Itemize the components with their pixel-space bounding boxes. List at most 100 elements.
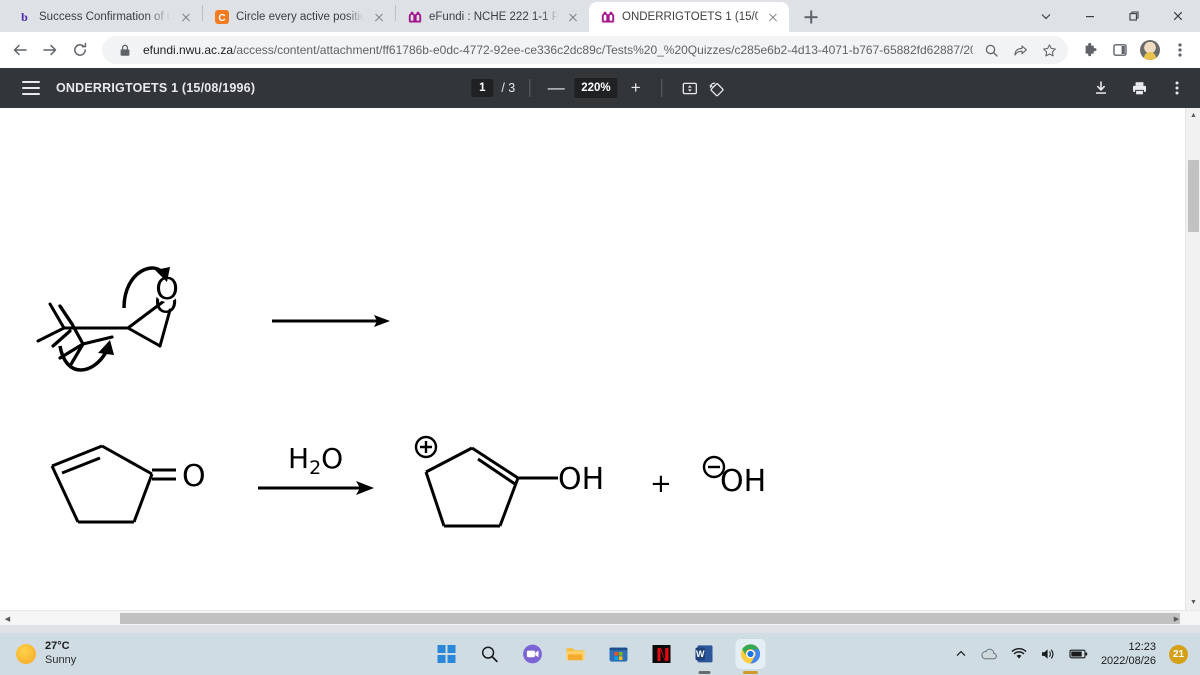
scroll-up-arrow-icon[interactable]: ▲: [1186, 108, 1200, 123]
browser-toolbar: efundi.nwu.ac.za/access/content/attachme…: [0, 32, 1200, 68]
system-tray: 12:23 2022/08/26 21: [955, 640, 1188, 669]
tab-close-icon[interactable]: [565, 9, 581, 25]
scroll-right-arrow-icon[interactable]: ▶: [1169, 611, 1184, 625]
bing-favicon-icon: b: [21, 9, 28, 24]
pdf-page-1: O O O H2O OH + OH: [0, 108, 1175, 625]
side-panel-icon[interactable]: [1106, 36, 1134, 64]
print-icon[interactable]: [1126, 75, 1152, 101]
arrowhead-bottom: [98, 340, 114, 355]
tab-close-icon[interactable]: [765, 9, 781, 25]
share-icon[interactable]: [1009, 39, 1031, 61]
address-bar[interactable]: efundi.nwu.ac.za/access/content/attachme…: [102, 36, 1068, 64]
hydroxide-label: OH: [720, 464, 766, 499]
weather-widget[interactable]: 27°C Sunny: [16, 640, 76, 668]
new-tab-button[interactable]: [797, 3, 825, 31]
weather-text: 27°C Sunny: [45, 640, 76, 668]
scroll-down-arrow-icon[interactable]: ▼: [1186, 595, 1200, 610]
url-domain: efundi.nwu.ac.za: [143, 43, 234, 57]
pdf-toolbar-right: [1088, 75, 1190, 101]
reaction-1: O O: [36, 266, 390, 372]
url-text: efundi.nwu.ac.za/access/content/attachme…: [143, 43, 973, 57]
netflix-button[interactable]: [650, 642, 674, 666]
page-separator: /: [501, 81, 505, 95]
reagent-h2o-label: H2O: [288, 442, 343, 479]
clock[interactable]: 12:23 2022/08/26: [1101, 640, 1156, 669]
volume-icon[interactable]: [1040, 647, 1056, 661]
browser-tab[interactable]: C Circle every active position and in: [203, 2, 395, 32]
wifi-icon[interactable]: [1011, 647, 1027, 661]
tab-close-icon[interactable]: [371, 9, 387, 25]
url-path: /access/content/attachment/ff61786b-e0dc…: [233, 43, 973, 57]
bookmark-star-icon[interactable]: [1038, 39, 1060, 61]
horizontal-scrollbar[interactable]: ◀ ▶: [0, 610, 1200, 625]
sun-icon: [16, 644, 36, 664]
extensions-icon[interactable]: [1076, 36, 1104, 64]
battery-icon[interactable]: [1069, 648, 1088, 660]
vertical-scrollbar[interactable]: ▲ ▼: [1185, 108, 1200, 610]
scroll-left-arrow-icon[interactable]: ◀: [0, 611, 15, 625]
rotate-icon[interactable]: [703, 75, 729, 101]
svg-text:W: W: [696, 649, 705, 659]
hamburger-menu-icon[interactable]: [22, 81, 40, 95]
pdf-viewport[interactable]: O O O H2O OH + OH ▲ ▼ ◀ ▶: [0, 108, 1200, 625]
windows-taskbar: 27°C Sunny W 12:23 2022/08/26 21: [0, 633, 1200, 675]
microsoft-store-button[interactable]: [607, 642, 631, 666]
minimize-all-icon[interactable]: [1024, 0, 1068, 32]
forward-button-icon[interactable]: [36, 36, 64, 64]
tab-title: eFundi : NCHE 222 1-1 P 2022 : T: [429, 11, 558, 23]
curved-arrow-bottom: [58, 345, 108, 372]
taskbar-app-list: W: [435, 639, 766, 669]
onedrive-icon[interactable]: [980, 647, 998, 661]
cyclopentenone-ring: [50, 444, 154, 524]
pdf-page-zoom-controls: 1 / 3 — 220% +: [471, 75, 728, 101]
teams-button[interactable]: [521, 642, 545, 666]
reaction-2: O H2O OH + OH: [50, 435, 766, 528]
tray-chevron-icon[interactable]: [955, 648, 967, 660]
efundi-favicon-icon: [407, 10, 422, 25]
total-pages: 3: [508, 81, 516, 95]
file-explorer-button[interactable]: [564, 642, 588, 666]
tab-close-icon[interactable]: [178, 9, 194, 25]
maximize-restore-icon[interactable]: [1112, 0, 1156, 32]
product-oh-label: OH: [558, 462, 604, 497]
carbonyl-double-bond: [152, 468, 176, 481]
browser-tab[interactable]: eFundi : NCHE 222 1-1 P 2022 : T: [396, 2, 589, 32]
vertical-scrollbar-thumb[interactable]: [1188, 160, 1199, 232]
weather-temperature: 27°C: [45, 640, 70, 653]
reload-button-icon[interactable]: [66, 36, 94, 64]
horizontal-scrollbar-thumb[interactable]: [120, 613, 1180, 624]
clock-time: 12:23: [1128, 640, 1156, 653]
clock-date: 2022/08/26: [1100, 655, 1156, 667]
zoom-in-button[interactable]: +: [624, 78, 648, 98]
page-count-label: / 3: [501, 81, 515, 95]
search-button[interactable]: [478, 642, 502, 666]
search-in-page-icon[interactable]: [980, 39, 1002, 61]
minimize-icon[interactable]: [1068, 0, 1112, 32]
start-button[interactable]: [435, 642, 459, 666]
close-icon[interactable]: [1156, 0, 1200, 32]
lock-icon: [114, 39, 136, 61]
plus-charge-circle: [414, 435, 438, 459]
zoom-level-label[interactable]: 220%: [574, 78, 618, 98]
chrome-button[interactable]: [735, 639, 766, 669]
pdf-toolbar: ONDERRIGTOETS 1 (15/08/1996) 1 / 3 — 220…: [0, 68, 1200, 108]
more-options-icon[interactable]: [1164, 75, 1190, 101]
fit-to-page-icon[interactable]: [677, 75, 703, 101]
browser-window: b Success Confirmation of Question C Cir…: [0, 0, 1200, 633]
browser-tab-active[interactable]: ONDERRIGTOETS 1 (15/08/1996): [589, 2, 789, 32]
zoom-out-button[interactable]: —: [544, 78, 568, 98]
download-icon[interactable]: [1088, 75, 1114, 101]
back-button-icon[interactable]: [6, 36, 34, 64]
plus-sign-1: +: [650, 469, 672, 499]
window-controls: [1024, 0, 1200, 32]
toolbar-divider: [529, 79, 531, 97]
chegg-favicon-icon: C: [214, 10, 229, 25]
avatar[interactable]: [1136, 36, 1164, 64]
word-button[interactable]: W: [693, 642, 717, 666]
current-page-input[interactable]: 1: [471, 79, 494, 97]
notification-badge[interactable]: 21: [1169, 644, 1188, 664]
pdf-document-title: ONDERRIGTOETS 1 (15/08/1996): [56, 81, 256, 95]
efundi-favicon-icon: [600, 10, 615, 25]
chrome-menu-icon[interactable]: [1166, 36, 1194, 64]
browser-tab[interactable]: b Success Confirmation of Question: [6, 2, 202, 32]
